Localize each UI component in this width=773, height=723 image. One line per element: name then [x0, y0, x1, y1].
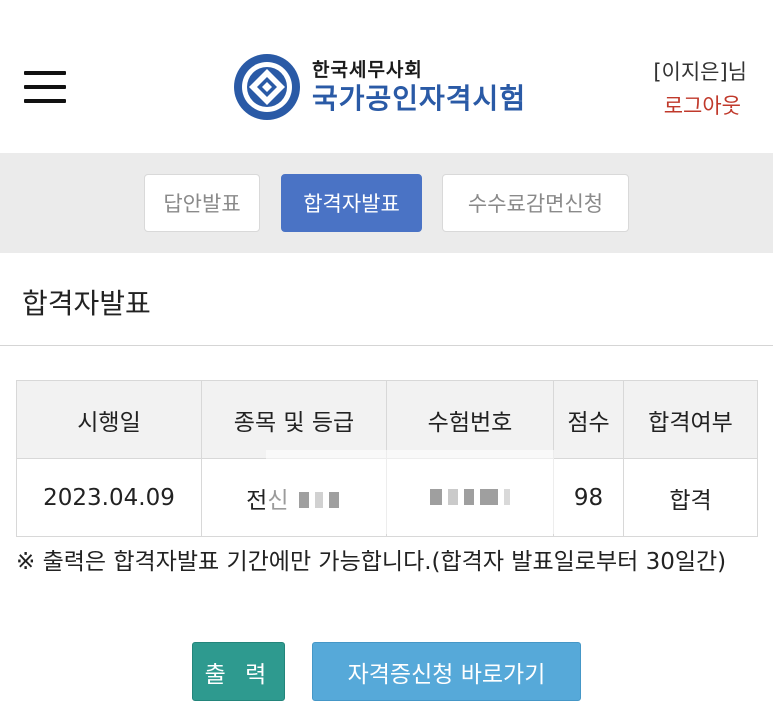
notice-text: ※ 출력은 합격자발표 기간에만 가능합니다.(합격자 발표일로부터 30일간) [16, 549, 727, 575]
header-pass-status: 합격여부 [623, 380, 758, 459]
logo-subtitle: 한국세무사회 [312, 59, 423, 81]
logout-link[interactable]: 로그아웃 [664, 90, 741, 120]
logo-title: 국가공인자격시험 [312, 82, 527, 115]
page-title: 합격자발표 [22, 287, 151, 320]
header: 한국세무사회 국가공인자격시험 [이지은]님 로그아웃 [0, 0, 773, 153]
certificate-apply-button[interactable]: 자격증신청 바로가기 [312, 642, 581, 701]
header-exam-number: 수험번호 [386, 380, 554, 459]
cell-exam-date: 2023.04.09 [16, 458, 202, 537]
tab-fee-reduction[interactable]: 수수료감면신청 [442, 174, 629, 232]
header-score: 점수 [553, 380, 624, 459]
cell-exam-number [386, 458, 554, 537]
cell-subject-grade: 전신 [201, 458, 387, 537]
header-exam-date: 시행일 [16, 380, 202, 459]
cell-pass-status: 합격 [623, 458, 758, 537]
tab-pass-announcement[interactable]: 합격자발표 [281, 174, 422, 232]
user-name: [이지은]님 [653, 60, 747, 84]
redacted-mask [296, 488, 342, 514]
logo-emblem-icon [234, 54, 300, 120]
results-table: 시행일 종목 및 등급 수험번호 점수 합격여부 2023.04.09 전신 9… [16, 380, 758, 537]
print-button[interactable]: 출 력 [192, 642, 285, 701]
table-row: 2023.04.09 전신 98 합격 [16, 458, 758, 537]
redacted-mask [427, 485, 513, 511]
subject-visible-text: 전신 [246, 487, 289, 514]
tab-answer-announcement[interactable]: 답안발표 [144, 174, 260, 232]
tab-bar: 답안발표 합격자발표 수수료감면신청 [0, 153, 773, 253]
menu-icon[interactable] [24, 70, 68, 104]
cell-score: 98 [553, 458, 624, 537]
header-subject-grade: 종목 및 등급 [201, 380, 387, 459]
table-header-row: 시행일 종목 및 등급 수험번호 점수 합격여부 [16, 380, 758, 459]
logo[interactable]: 한국세무사회 국가공인자격시험 [232, 52, 526, 122]
divider [0, 345, 773, 346]
